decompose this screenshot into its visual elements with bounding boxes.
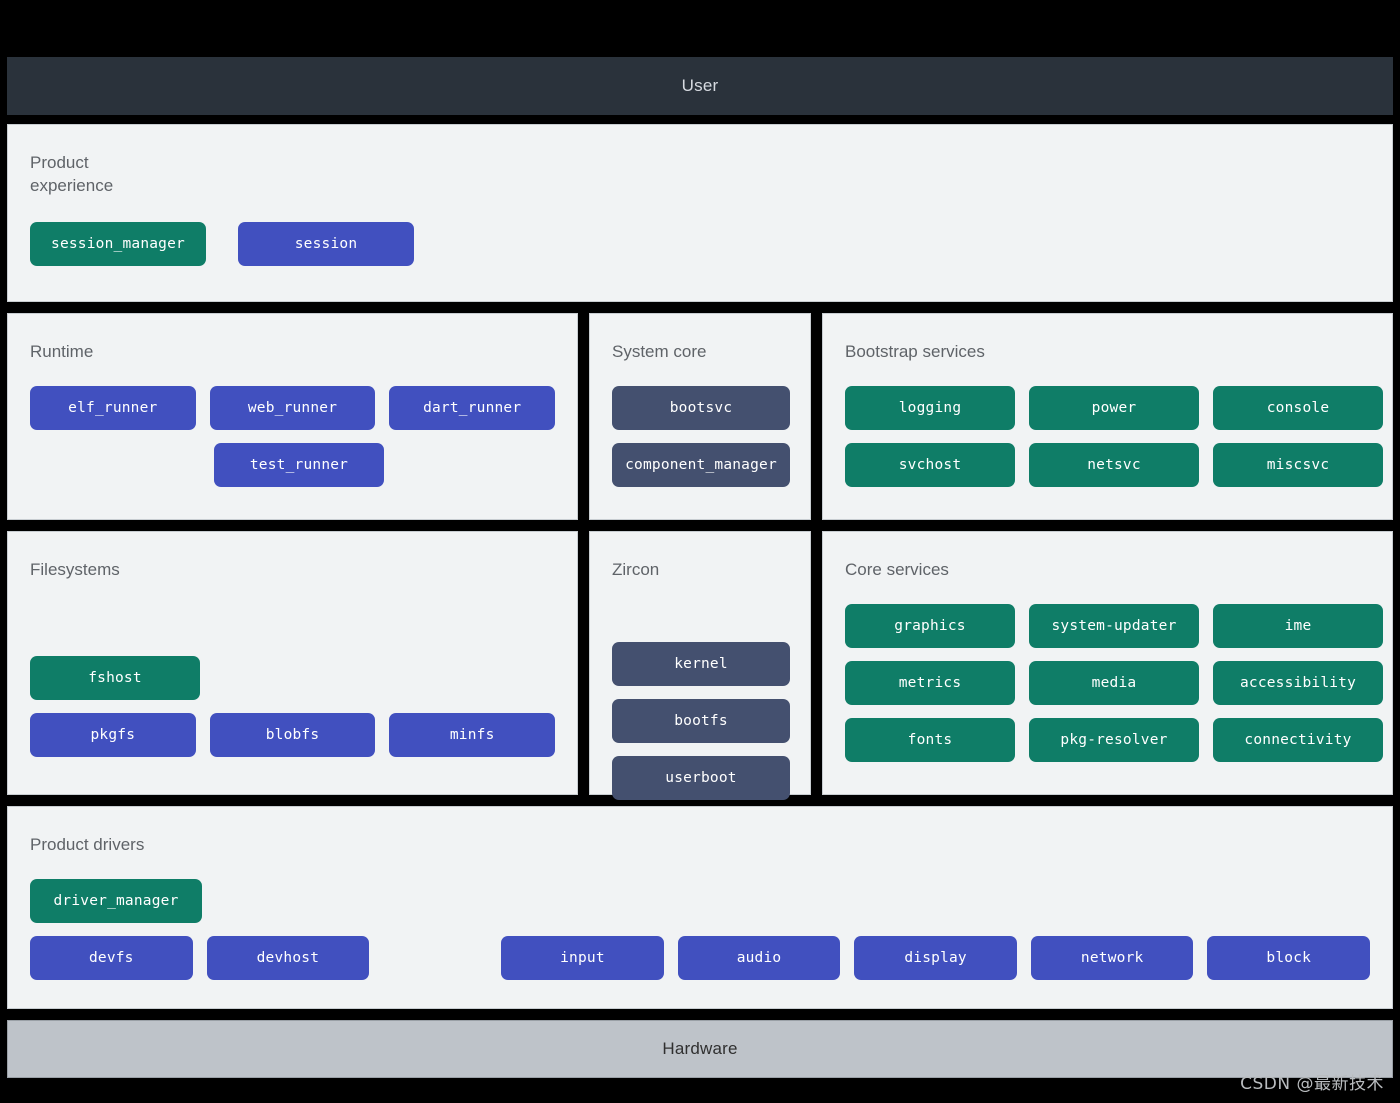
panel-filesystems: Filesystems fshost pkgfs blobfs minfs (7, 531, 578, 795)
node-elf-runner[interactable]: elf_runner (30, 385, 196, 430)
node-component-manager[interactable]: component_manager (612, 442, 790, 487)
row-runtime: Runtime elf_runner web_runner dart_runne… (7, 313, 1393, 520)
panel-core-services: Core services graphics system-updater im… (822, 531, 1393, 795)
node-group-runtime-row2: test_runner (30, 442, 555, 487)
panel-title-runtime: Runtime (30, 342, 94, 361)
hardware-layer-band: Hardware (7, 1020, 1393, 1078)
node-metrics[interactable]: metrics (845, 660, 1015, 705)
architecture-diagram: User Product experience session_manager … (7, 57, 1393, 1078)
panel-title-system-core: System core (612, 342, 707, 361)
node-group-filesystems-row2: pkgfs blobfs minfs (30, 712, 556, 757)
row-product-drivers: Product drivers driver_manager devfs dev… (7, 806, 1393, 1009)
user-layer-label: User (681, 76, 719, 95)
node-audio[interactable]: audio (677, 935, 841, 980)
node-miscsvc[interactable]: miscsvc (1213, 442, 1383, 487)
panel-title-filesystems: Filesystems (30, 560, 120, 579)
node-session-manager[interactable]: session_manager (30, 221, 206, 266)
hardware-layer-label: Hardware (662, 1039, 738, 1058)
node-pkg-resolver[interactable]: pkg-resolver (1029, 717, 1199, 762)
user-layer-band: User (7, 57, 1393, 115)
node-session[interactable]: session (238, 221, 414, 266)
node-console[interactable]: console (1213, 385, 1383, 430)
node-network[interactable]: network (1030, 935, 1194, 980)
node-group-product-experience: session_manager session (30, 221, 1370, 266)
node-connectivity[interactable]: connectivity (1213, 717, 1383, 762)
node-netsvc[interactable]: netsvc (1029, 442, 1199, 487)
node-dart-runner[interactable]: dart_runner (389, 385, 556, 430)
node-group-drivers-row1: driver_manager (30, 878, 1370, 923)
node-group-zircon: kernel bootfs userboot (612, 641, 790, 800)
row-filesystems: Filesystems fshost pkgfs blobfs minfs Zi… (7, 531, 1393, 800)
panel-product-experience: Product experience session_manager sessi… (7, 124, 1393, 302)
node-driver-manager[interactable]: driver_manager (30, 878, 202, 923)
node-userboot[interactable]: userboot (612, 755, 790, 800)
csdn-watermark: CSDN @最新技术 (1240, 1074, 1384, 1094)
node-accessibility[interactable]: accessibility (1213, 660, 1383, 705)
panel-zircon: Zircon kernel bootfs userboot (589, 531, 811, 800)
node-web-runner[interactable]: web_runner (209, 385, 376, 430)
node-system-updater[interactable]: system-updater (1029, 603, 1199, 648)
node-group-bootstrap-services: logging power console svchost netsvc mis… (845, 385, 1383, 487)
node-fshost[interactable]: fshost (30, 655, 200, 700)
node-devfs[interactable]: devfs (30, 935, 193, 980)
node-group-filesystems-row1: fshost (30, 655, 555, 700)
panel-title-core-services: Core services (845, 560, 949, 579)
panel-product-drivers: Product drivers driver_manager devfs dev… (7, 806, 1393, 1009)
node-kernel[interactable]: kernel (612, 641, 790, 686)
node-fonts[interactable]: fonts (845, 717, 1015, 762)
panel-runtime: Runtime elf_runner web_runner dart_runne… (7, 313, 578, 520)
panel-bootstrap-services: Bootstrap services logging power console… (822, 313, 1393, 520)
node-svchost[interactable]: svchost (845, 442, 1015, 487)
node-input[interactable]: input (501, 935, 664, 980)
node-ime[interactable]: ime (1213, 603, 1383, 648)
node-display[interactable]: display (854, 935, 1017, 980)
node-test-runner[interactable]: test_runner (214, 442, 384, 487)
panel-title-bootstrap-services: Bootstrap services (845, 342, 985, 361)
row-product-experience: Product experience session_manager sessi… (7, 124, 1393, 302)
node-graphics[interactable]: graphics (845, 603, 1015, 648)
node-media[interactable]: media (1029, 660, 1199, 705)
node-group-drivers-row2: devfs devhost input audio display networ… (30, 935, 1371, 980)
node-pkgfs[interactable]: pkgfs (30, 712, 196, 757)
panel-system-core: System core bootsvc component_manager (589, 313, 811, 520)
panel-title-product-drivers: Product drivers (30, 835, 145, 854)
node-group-core-services: graphics system-updater ime metrics medi… (845, 603, 1383, 762)
panel-title-product-experience: Product experience (30, 153, 114, 195)
node-minfs[interactable]: minfs (389, 712, 556, 757)
node-bootfs[interactable]: bootfs (612, 698, 790, 743)
node-blobfs[interactable]: blobfs (209, 712, 376, 757)
node-bootsvc[interactable]: bootsvc (612, 385, 790, 430)
node-power[interactable]: power (1029, 385, 1199, 430)
node-group-system-core: bootsvc component_manager (612, 385, 790, 487)
node-logging[interactable]: logging (845, 385, 1015, 430)
node-devhost[interactable]: devhost (206, 935, 370, 980)
panel-title-zircon: Zircon (612, 560, 660, 579)
node-group-runtime-row1: elf_runner web_runner dart_runner (30, 385, 556, 430)
node-block[interactable]: block (1207, 935, 1371, 980)
